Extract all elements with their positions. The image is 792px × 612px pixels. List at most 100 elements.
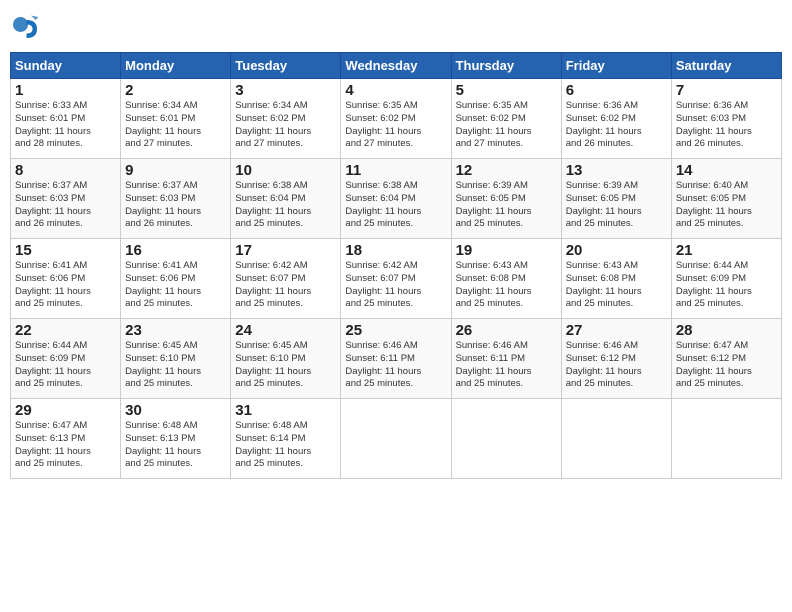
calendar-day: 4Sunrise: 6:35 AM Sunset: 6:02 PM Daylig… (341, 79, 451, 159)
calendar-day (341, 399, 451, 479)
day-number: 1 (15, 82, 116, 99)
day-number: 30 (125, 402, 226, 419)
day-info: Sunrise: 6:46 AM Sunset: 6:11 PM Dayligh… (456, 340, 557, 391)
calendar-day: 16Sunrise: 6:41 AM Sunset: 6:06 PM Dayli… (121, 239, 231, 319)
day-number: 17 (235, 242, 336, 259)
day-number: 22 (15, 322, 116, 339)
day-info: Sunrise: 6:43 AM Sunset: 6:08 PM Dayligh… (456, 260, 557, 311)
day-number: 19 (456, 242, 557, 259)
day-number: 9 (125, 162, 226, 179)
day-info: Sunrise: 6:38 AM Sunset: 6:04 PM Dayligh… (345, 180, 446, 231)
day-number: 6 (566, 82, 667, 99)
day-number: 2 (125, 82, 226, 99)
calendar-day: 3Sunrise: 6:34 AM Sunset: 6:02 PM Daylig… (231, 79, 341, 159)
day-number: 8 (15, 162, 116, 179)
logo (10, 14, 42, 44)
day-info: Sunrise: 6:46 AM Sunset: 6:11 PM Dayligh… (345, 340, 446, 391)
day-number: 25 (345, 322, 446, 339)
calendar-day: 15Sunrise: 6:41 AM Sunset: 6:06 PM Dayli… (11, 239, 121, 319)
day-info: Sunrise: 6:45 AM Sunset: 6:10 PM Dayligh… (235, 340, 336, 391)
calendar-day: 18Sunrise: 6:42 AM Sunset: 6:07 PM Dayli… (341, 239, 451, 319)
weekday-header-row: SundayMondayTuesdayWednesdayThursdayFrid… (11, 53, 782, 79)
day-info: Sunrise: 6:48 AM Sunset: 6:14 PM Dayligh… (235, 420, 336, 471)
day-info: Sunrise: 6:37 AM Sunset: 6:03 PM Dayligh… (125, 180, 226, 231)
day-number: 28 (676, 322, 777, 339)
weekday-header-sunday: Sunday (11, 53, 121, 79)
calendar-day: 2Sunrise: 6:34 AM Sunset: 6:01 PM Daylig… (121, 79, 231, 159)
day-info: Sunrise: 6:39 AM Sunset: 6:05 PM Dayligh… (566, 180, 667, 231)
day-info: Sunrise: 6:43 AM Sunset: 6:08 PM Dayligh… (566, 260, 667, 311)
day-number: 14 (676, 162, 777, 179)
calendar-week-2: 8Sunrise: 6:37 AM Sunset: 6:03 PM Daylig… (11, 159, 782, 239)
calendar-day: 12Sunrise: 6:39 AM Sunset: 6:05 PM Dayli… (451, 159, 561, 239)
day-info: Sunrise: 6:39 AM Sunset: 6:05 PM Dayligh… (456, 180, 557, 231)
calendar-day: 30Sunrise: 6:48 AM Sunset: 6:13 PM Dayli… (121, 399, 231, 479)
page-header (10, 10, 782, 44)
day-info: Sunrise: 6:35 AM Sunset: 6:02 PM Dayligh… (456, 100, 557, 151)
calendar-day: 6Sunrise: 6:36 AM Sunset: 6:02 PM Daylig… (561, 79, 671, 159)
calendar-day: 28Sunrise: 6:47 AM Sunset: 6:12 PM Dayli… (671, 319, 781, 399)
day-number: 12 (456, 162, 557, 179)
day-info: Sunrise: 6:35 AM Sunset: 6:02 PM Dayligh… (345, 100, 446, 151)
day-number: 7 (676, 82, 777, 99)
calendar-day: 7Sunrise: 6:36 AM Sunset: 6:03 PM Daylig… (671, 79, 781, 159)
calendar-day (561, 399, 671, 479)
day-info: Sunrise: 6:41 AM Sunset: 6:06 PM Dayligh… (15, 260, 116, 311)
calendar-day: 20Sunrise: 6:43 AM Sunset: 6:08 PM Dayli… (561, 239, 671, 319)
calendar-day (451, 399, 561, 479)
day-number: 24 (235, 322, 336, 339)
day-number: 4 (345, 82, 446, 99)
day-info: Sunrise: 6:40 AM Sunset: 6:05 PM Dayligh… (676, 180, 777, 231)
day-number: 27 (566, 322, 667, 339)
day-info: Sunrise: 6:45 AM Sunset: 6:10 PM Dayligh… (125, 340, 226, 391)
calendar-day: 14Sunrise: 6:40 AM Sunset: 6:05 PM Dayli… (671, 159, 781, 239)
day-number: 18 (345, 242, 446, 259)
day-info: Sunrise: 6:34 AM Sunset: 6:02 PM Dayligh… (235, 100, 336, 151)
calendar-day: 26Sunrise: 6:46 AM Sunset: 6:11 PM Dayli… (451, 319, 561, 399)
day-number: 20 (566, 242, 667, 259)
weekday-header-saturday: Saturday (671, 53, 781, 79)
day-number: 26 (456, 322, 557, 339)
weekday-header-monday: Monday (121, 53, 231, 79)
calendar-week-1: 1Sunrise: 6:33 AM Sunset: 6:01 PM Daylig… (11, 79, 782, 159)
day-number: 29 (15, 402, 116, 419)
calendar-day: 13Sunrise: 6:39 AM Sunset: 6:05 PM Dayli… (561, 159, 671, 239)
day-number: 21 (676, 242, 777, 259)
calendar-day: 21Sunrise: 6:44 AM Sunset: 6:09 PM Dayli… (671, 239, 781, 319)
day-info: Sunrise: 6:47 AM Sunset: 6:12 PM Dayligh… (676, 340, 777, 391)
calendar-day: 5Sunrise: 6:35 AM Sunset: 6:02 PM Daylig… (451, 79, 561, 159)
calendar-day: 22Sunrise: 6:44 AM Sunset: 6:09 PM Dayli… (11, 319, 121, 399)
day-number: 31 (235, 402, 336, 419)
day-number: 3 (235, 82, 336, 99)
day-info: Sunrise: 6:42 AM Sunset: 6:07 PM Dayligh… (235, 260, 336, 311)
weekday-header-wednesday: Wednesday (341, 53, 451, 79)
day-number: 10 (235, 162, 336, 179)
calendar-day: 11Sunrise: 6:38 AM Sunset: 6:04 PM Dayli… (341, 159, 451, 239)
weekday-header-friday: Friday (561, 53, 671, 79)
calendar-day: 1Sunrise: 6:33 AM Sunset: 6:01 PM Daylig… (11, 79, 121, 159)
day-info: Sunrise: 6:36 AM Sunset: 6:03 PM Dayligh… (676, 100, 777, 151)
calendar-week-4: 22Sunrise: 6:44 AM Sunset: 6:09 PM Dayli… (11, 319, 782, 399)
weekday-header-thursday: Thursday (451, 53, 561, 79)
day-info: Sunrise: 6:41 AM Sunset: 6:06 PM Dayligh… (125, 260, 226, 311)
day-number: 15 (15, 242, 116, 259)
day-number: 11 (345, 162, 446, 179)
calendar-day: 9Sunrise: 6:37 AM Sunset: 6:03 PM Daylig… (121, 159, 231, 239)
calendar-day: 27Sunrise: 6:46 AM Sunset: 6:12 PM Dayli… (561, 319, 671, 399)
day-info: Sunrise: 6:47 AM Sunset: 6:13 PM Dayligh… (15, 420, 116, 471)
day-info: Sunrise: 6:44 AM Sunset: 6:09 PM Dayligh… (676, 260, 777, 311)
day-info: Sunrise: 6:36 AM Sunset: 6:02 PM Dayligh… (566, 100, 667, 151)
day-number: 13 (566, 162, 667, 179)
calendar-day (671, 399, 781, 479)
calendar-day: 25Sunrise: 6:46 AM Sunset: 6:11 PM Dayli… (341, 319, 451, 399)
day-number: 5 (456, 82, 557, 99)
day-info: Sunrise: 6:48 AM Sunset: 6:13 PM Dayligh… (125, 420, 226, 471)
day-number: 23 (125, 322, 226, 339)
weekday-header-tuesday: Tuesday (231, 53, 341, 79)
day-info: Sunrise: 6:37 AM Sunset: 6:03 PM Dayligh… (15, 180, 116, 231)
calendar-day: 31Sunrise: 6:48 AM Sunset: 6:14 PM Dayli… (231, 399, 341, 479)
day-info: Sunrise: 6:42 AM Sunset: 6:07 PM Dayligh… (345, 260, 446, 311)
day-info: Sunrise: 6:33 AM Sunset: 6:01 PM Dayligh… (15, 100, 116, 151)
calendar-day: 10Sunrise: 6:38 AM Sunset: 6:04 PM Dayli… (231, 159, 341, 239)
calendar-day: 29Sunrise: 6:47 AM Sunset: 6:13 PM Dayli… (11, 399, 121, 479)
